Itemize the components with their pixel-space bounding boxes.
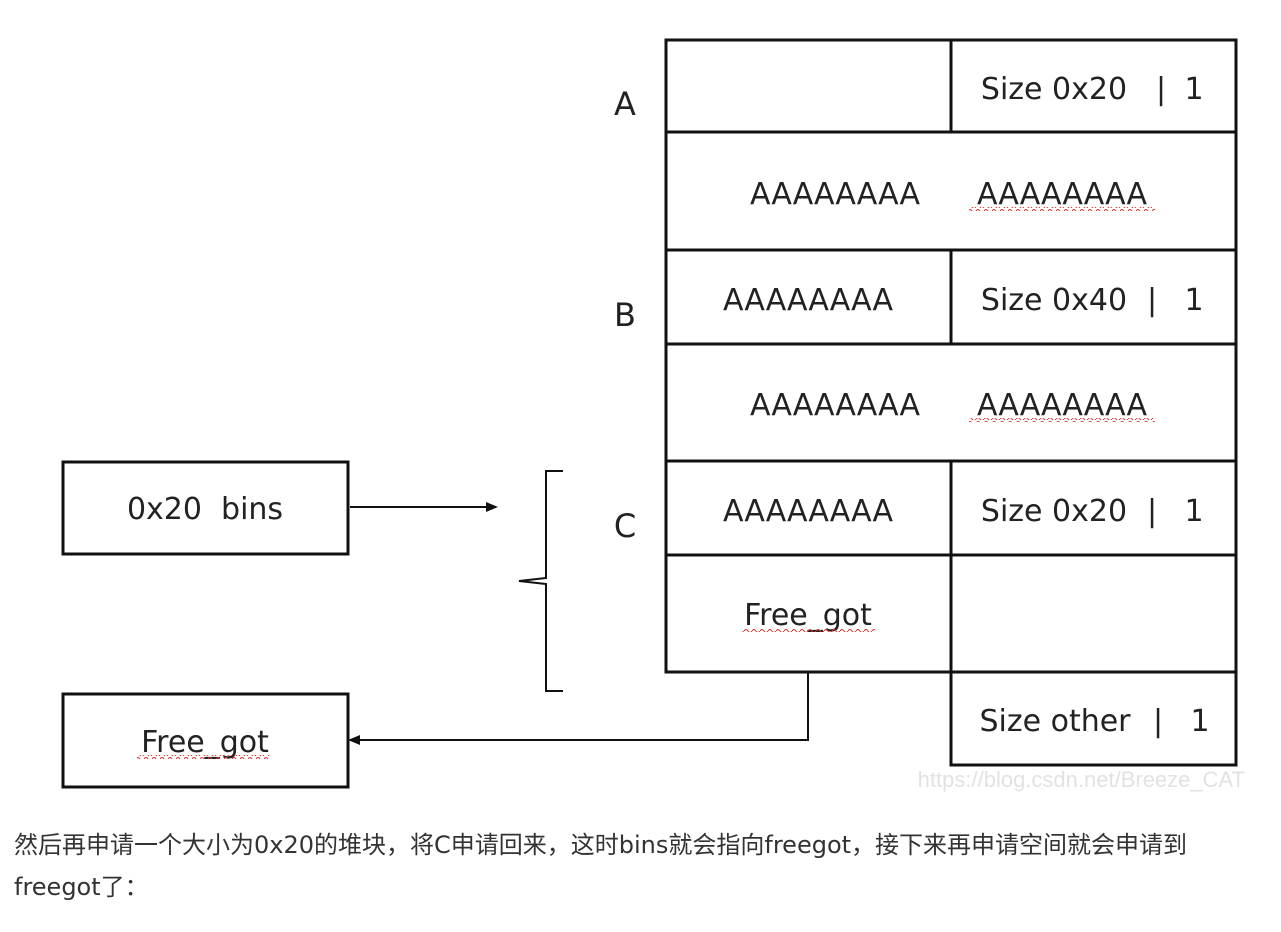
bins-box: 0x20 bins bbox=[61, 460, 350, 556]
chunk-c-fd-pointer: Free_got bbox=[744, 598, 872, 633]
chunk-c: AAAAAAAA Size 0x20 | 1 Free_got bbox=[723, 494, 1204, 633]
chunk-b: AAAAAAAA Size 0x40 | 1 AAAAAAAA AAAAAAAA bbox=[723, 283, 1204, 423]
caption-paragraph: 然后再申请一个大小为0x20的堆块，将C申请回来，这时bins就会指向freeg… bbox=[14, 831, 1188, 901]
heap-diagram: A B C Size 0x20 | 1 AAAAAAAA AAAAAAAA AA… bbox=[61, 38, 1245, 792]
chunk-b-prev-data: AAAAAAAA bbox=[723, 283, 894, 318]
chunk-c-brace bbox=[518, 470, 563, 692]
chunk-c-size: Size 0x20 bbox=[981, 494, 1127, 529]
spellcheck-underline bbox=[969, 418, 1155, 422]
next-chunk: Size other | 1 bbox=[979, 704, 1209, 739]
free-got-box: Free_got bbox=[61, 692, 350, 789]
spellcheck-underline bbox=[969, 207, 1155, 211]
chunk-c-inuse-flag: 1 bbox=[1184, 494, 1203, 529]
free-got-box-label: Free_got bbox=[141, 725, 269, 760]
chunk-a-data-left: AAAAAAAA bbox=[750, 177, 921, 212]
chunk-b-size: Size 0x40 bbox=[981, 283, 1127, 318]
chunk-b-data-left: AAAAAAAA bbox=[750, 388, 921, 423]
next-chunk-separator: | bbox=[1153, 704, 1163, 739]
chunk-a-separator: | bbox=[1156, 72, 1166, 107]
bins-box-label: 0x20 bins bbox=[127, 492, 283, 527]
chunk-a-size: Size 0x20 bbox=[981, 72, 1127, 107]
chunk-label-b: B bbox=[614, 296, 636, 334]
spellcheck-underline bbox=[741, 628, 875, 632]
watermark: https://blog.csdn.net/Breeze_CAT bbox=[918, 767, 1245, 792]
chunk-a-data-right: AAAAAAAA bbox=[977, 177, 1148, 212]
fd-to-free-got-arrow bbox=[348, 672, 809, 745]
chunk-b-inuse-flag: 1 bbox=[1184, 283, 1203, 318]
next-chunk-size: Size other bbox=[979, 704, 1131, 739]
chunk-c-prev-data: AAAAAAAA bbox=[723, 494, 894, 529]
spellcheck-underline bbox=[137, 755, 271, 759]
chunk-b-separator: | bbox=[1147, 283, 1157, 318]
chunk-c-separator: | bbox=[1147, 494, 1157, 529]
chunk-label-a: A bbox=[614, 85, 636, 123]
chunk-b-data-right: AAAAAAAA bbox=[977, 388, 1148, 423]
next-chunk-inuse-flag: 1 bbox=[1190, 704, 1209, 739]
chunk-a: Size 0x20 | 1 AAAAAAAA AAAAAAAA bbox=[750, 72, 1204, 212]
chunk-a-inuse-flag: 1 bbox=[1184, 72, 1203, 107]
chunk-label-c: C bbox=[614, 507, 636, 545]
